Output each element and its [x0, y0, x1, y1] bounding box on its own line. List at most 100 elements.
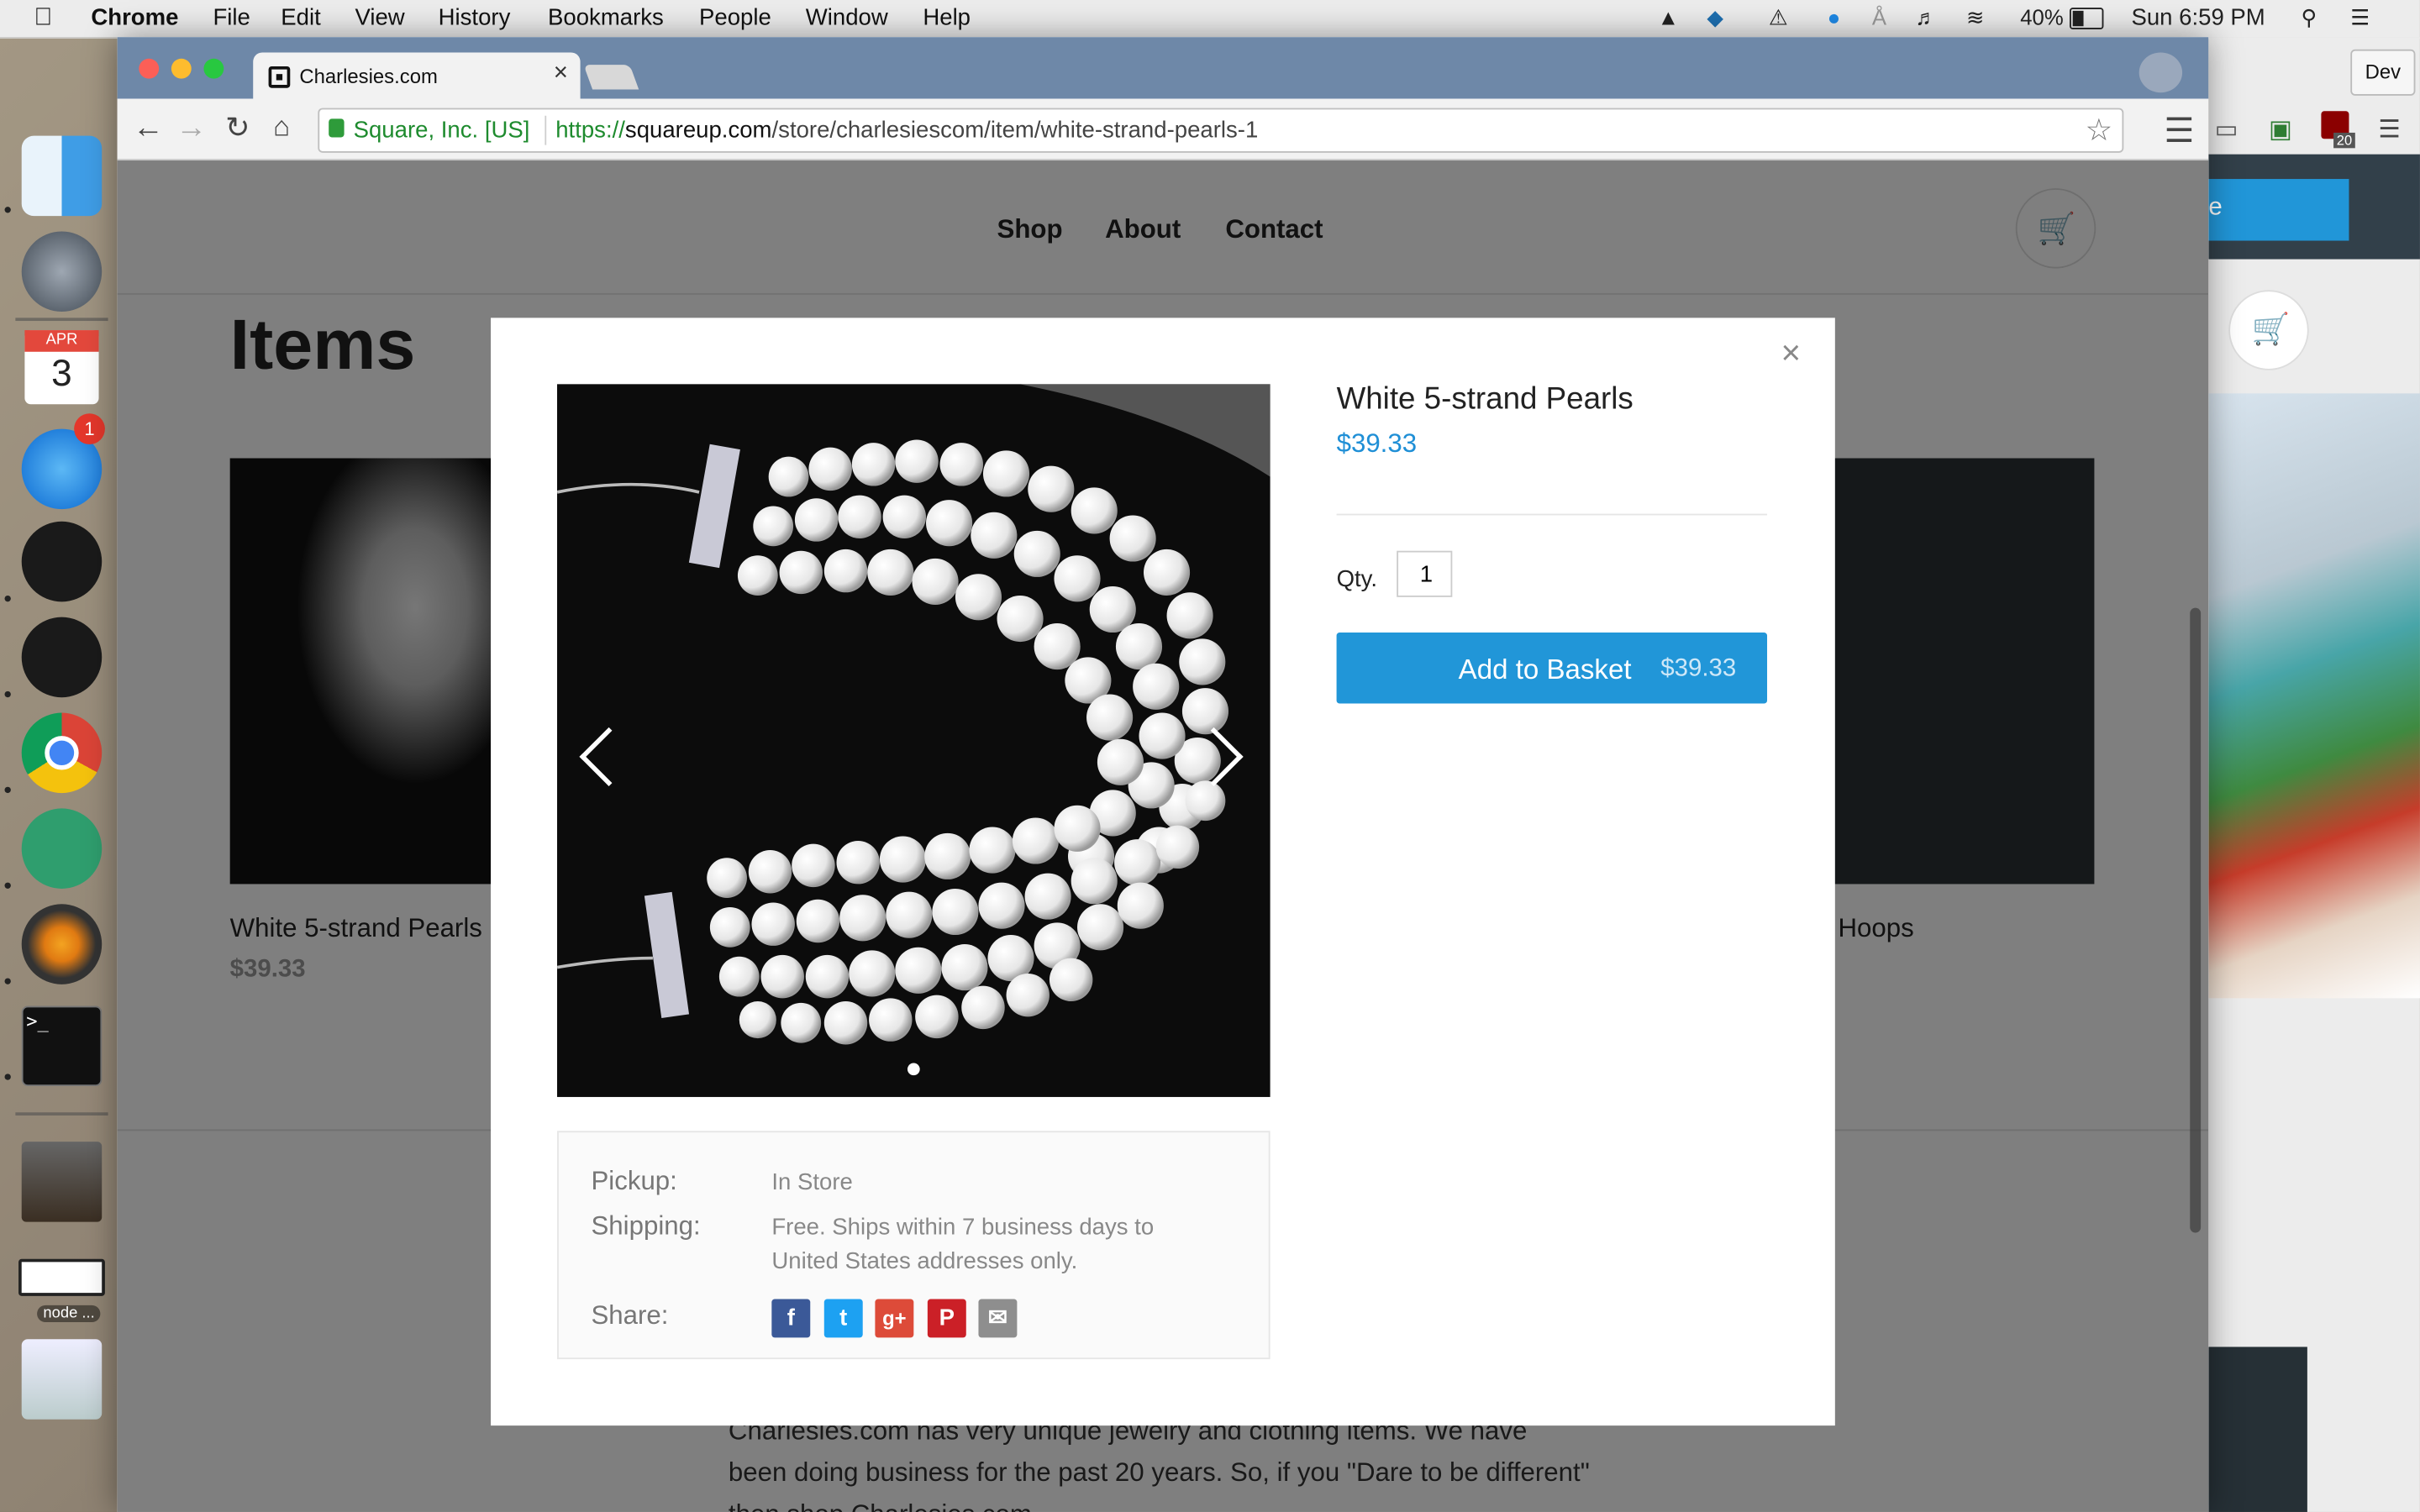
secure-lock-icon — [329, 118, 345, 138]
background-product-image — [2208, 393, 2420, 999]
ua-meter-icon[interactable] — [21, 617, 103, 698]
battery-percent[interactable]: 40% — [2020, 5, 2063, 29]
add-to-basket-label: Add to Basket — [1458, 654, 1632, 685]
zoom-window-button[interactable] — [203, 58, 224, 79]
node-window-label: node ... — [37, 1305, 102, 1323]
ua-mixer-running-dot — [4, 595, 11, 602]
menu-history[interactable]: History — [439, 5, 511, 31]
dock: APR 3 1 >_ node ... — [0, 37, 119, 1512]
terminal-icon[interactable]: >_ — [21, 1005, 103, 1087]
quantity-label: Qty. — [1336, 566, 1378, 593]
spotlight-search-icon[interactable]: ⚲ — [2302, 5, 2317, 31]
node-window-thumbnail[interactable] — [18, 1258, 105, 1296]
facebook-icon[interactable]: f — [771, 1299, 811, 1338]
url-text[interactable]: https://squareup.com/store/charlesiescom… — [555, 118, 1258, 144]
forward-arrow-icon[interactable]: → — [176, 111, 207, 146]
buffer-extension-icon[interactable] — [2166, 117, 2192, 142]
ev-certificate-label[interactable]: Square, Inc. [US] — [354, 118, 530, 144]
ua-mixer-icon[interactable] — [21, 521, 103, 602]
home-icon[interactable]: ⌂ — [273, 111, 290, 144]
background-window-button-label: e — [2208, 194, 2223, 221]
modal-divider — [1336, 513, 1768, 516]
page-scrollbar[interactable] — [2190, 607, 2202, 1233]
background-window-button[interactable]: e — [2208, 179, 2349, 241]
atom-icon[interactable] — [21, 808, 103, 889]
menu-file[interactable]: File — [213, 5, 250, 31]
drive-icon[interactable]: ▲ — [1658, 5, 1679, 29]
pickup-value: In Store — [771, 1169, 853, 1196]
audio-app-running-dot — [4, 978, 11, 984]
store-page: Shop About Contact 🛒 Items White 5-stran… — [117, 160, 2209, 1512]
add-to-basket-price: $39.33 — [1660, 655, 1737, 682]
address-bar[interactable]: Square, Inc. [US] https://squareup.com/s… — [318, 108, 2124, 153]
sync-icon[interactable]: ● — [1828, 5, 1841, 29]
menu-app-name[interactable]: Chrome — [91, 5, 178, 31]
tab-charlesies[interactable]: Charlesies.com × — [253, 52, 581, 99]
mac-menubar:  Chrome File Edit View History Bookmark… — [0, 0, 2420, 39]
browser-toolbar: ← → ↻ ⌂ Square, Inc. [US] https://square… — [117, 98, 2209, 161]
product-title: White 5-strand Pearls — [1336, 382, 1634, 417]
tab-title: Charlesies.com — [299, 65, 438, 88]
apple-menu-icon[interactable]:  — [34, 5, 52, 33]
quantity-input[interactable] — [1397, 550, 1453, 597]
ua-meter-running-dot — [4, 690, 11, 698]
chrome-running-dot — [4, 786, 11, 794]
finder-icon[interactable] — [21, 135, 103, 217]
menu-help[interactable]: Help — [923, 5, 971, 31]
minimize-window-button[interactable] — [171, 58, 192, 79]
cart-icon: 🛒 — [2251, 312, 2291, 348]
share-label: Share: — [591, 1300, 669, 1331]
modal-close-icon[interactable]: × — [1781, 333, 1802, 374]
add-to-basket-button[interactable]: Add to Basket $39.33 — [1336, 633, 1768, 704]
dock-divider — [15, 318, 108, 322]
incognito-icon — [2139, 52, 2183, 93]
trash-icon[interactable] — [21, 1339, 103, 1420]
ublock-badge: 20 — [2333, 132, 2355, 149]
email-icon[interactable]: ✉ — [978, 1299, 1018, 1338]
chrome-icon[interactable] — [21, 712, 103, 794]
url-scheme: https:// — [555, 117, 625, 144]
twitter-icon[interactable]: t — [823, 1299, 863, 1338]
ua-icon[interactable]: ◆ — [1707, 5, 1723, 31]
warning-icon[interactable]: ⚠ — [1769, 5, 1788, 31]
carousel-dot[interactable] — [907, 1063, 920, 1076]
clock[interactable]: Sun 6:59 PM — [2131, 5, 2265, 31]
tab-close-icon[interactable]: × — [554, 60, 568, 88]
cast-icon[interactable]: ▭ — [2215, 114, 2238, 145]
menu-edit[interactable]: Edit — [281, 5, 320, 31]
screen-extension-icon[interactable]: ▣ — [2269, 114, 2292, 145]
close-window-button[interactable] — [139, 58, 160, 79]
square-favicon-icon — [268, 66, 291, 88]
shipping-value: Free. Ships within 7 business days to Un… — [771, 1214, 1155, 1275]
calendar-icon[interactable]: APR 3 — [24, 330, 99, 405]
downloads-stack-icon[interactable] — [21, 1142, 103, 1222]
notification-center-icon[interactable]: ☰ — [2350, 5, 2370, 31]
bookmark-star-icon[interactable]: ☆ — [2085, 111, 2112, 150]
google-plus-icon[interactable]: g+ — [875, 1299, 914, 1338]
launchpad-icon[interactable] — [21, 231, 103, 312]
back-arrow-icon[interactable]: ← — [133, 111, 164, 146]
terminal-running-dot — [4, 1074, 11, 1080]
battery-icon[interactable] — [2070, 8, 2104, 29]
url-host: squareup.com — [624, 117, 772, 144]
volume-icon[interactable]: ♬ — [1915, 5, 1937, 29]
menu-people[interactable]: People — [699, 5, 771, 31]
shipping-label: Shipping: — [591, 1210, 701, 1241]
menu-window[interactable]: Window — [806, 5, 888, 31]
wifi-icon[interactable]: ≋ — [1966, 5, 1985, 31]
calendar-day: 3 — [51, 353, 72, 396]
background-cart-button[interactable]: 🛒 — [2228, 290, 2309, 370]
audio-app-icon[interactable] — [21, 904, 103, 984]
menu-bookmarks[interactable]: Bookmarks — [548, 5, 664, 31]
calendar-month: APR — [24, 330, 99, 352]
menu-view[interactable]: View — [355, 5, 404, 31]
dev-profile-button[interactable]: Dev — [2350, 49, 2416, 96]
chrome-menu-icon[interactable]: ☰ — [2378, 114, 2400, 145]
product-modal: × White 5-strand Pearls $39.33 Qty. 1 Ad… — [491, 318, 1835, 1426]
app-store-badge: 1 — [74, 413, 105, 444]
bluetooth-icon[interactable]: Å — [1872, 5, 1886, 29]
new-tab-button[interactable] — [583, 65, 639, 90]
pickup-label: Pickup: — [591, 1166, 677, 1196]
reload-icon[interactable]: ↻ — [225, 111, 250, 146]
pinterest-icon[interactable]: P — [927, 1299, 966, 1338]
